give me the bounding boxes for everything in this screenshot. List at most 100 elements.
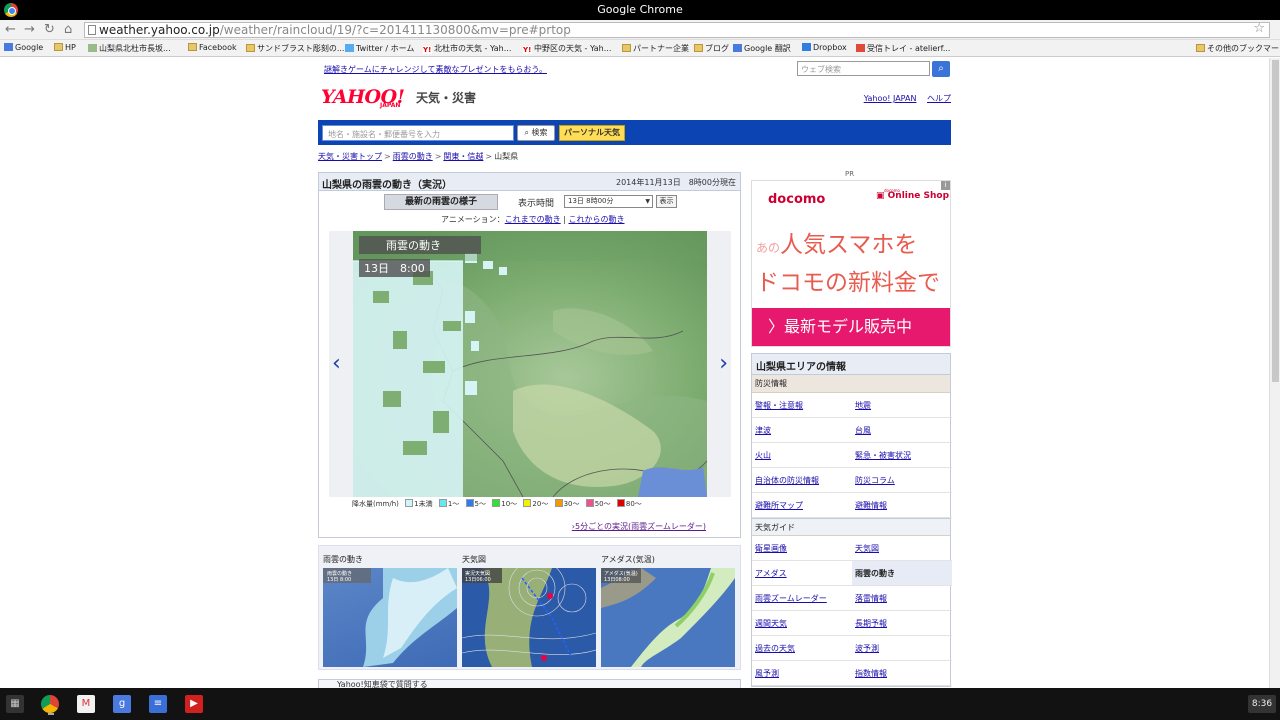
related-thumbnails: 雨雲の動き 雨雲の動き 13日 8:00 天気図 実況天気図 13日06:00 アメ… — [318, 545, 741, 670]
bookmark-partner[interactable]: パートナー企業 — [622, 43, 689, 54]
web-search-button[interactable]: ⌕ — [932, 61, 950, 77]
link-disaster-column[interactable]: 防災コラム — [852, 468, 952, 493]
scrollbar-thumb[interactable] — [1272, 60, 1279, 382]
web-search-input[interactable]: ウェブ検索 — [797, 61, 930, 76]
link-warnings[interactable]: 警報・注意報 — [752, 393, 852, 418]
amedas-thumbnail[interactable]: アメダス(気温) 13日08:00 — [601, 568, 735, 667]
link-index[interactable]: 指数情報 — [852, 661, 952, 686]
link-satellite[interactable]: 衛星画像 — [752, 536, 852, 561]
chevron-right-icon[interactable]: › — [719, 351, 728, 376]
page-content: 謎解きゲームにチャレンジして素敵なプレゼントをもらおう。 ウェブ検索 ⌕ YAH… — [318, 58, 952, 689]
yahoo-icon: Y! — [523, 46, 532, 54]
personal-weather-button[interactable]: パーソナル天気 — [559, 125, 625, 141]
bookmark-translate[interactable]: Google 翻訳 — [733, 43, 791, 54]
scrollbar[interactable] — [1269, 58, 1280, 688]
bookmark-hokuto[interactable]: 山梨県北杜市長坂... — [88, 43, 171, 54]
svg-text:13日06:00: 13日06:00 — [465, 577, 491, 583]
link-emergency[interactable]: 緊急・被害状況 — [852, 443, 952, 468]
svg-text:雨雲の動き: 雨雲の動き — [327, 570, 352, 577]
chrome-icon[interactable] — [41, 695, 59, 713]
bookmark-twitter[interactable]: Twitter / ホーム — [345, 43, 414, 54]
docomo-logo: docomo — [768, 192, 826, 207]
thumb-raincloud[interactable]: 雨雲の動き 雨雲の動き 13日 8:00 — [323, 554, 457, 667]
show-button[interactable]: 表示 — [656, 195, 677, 208]
yahoo-japan-link[interactable]: Yahoo! JAPAN — [864, 94, 917, 103]
bookmark-gmail[interactable]: 受信トレイ - atelierf... — [856, 43, 950, 54]
help-link[interactable]: ヘルプ — [927, 94, 951, 103]
google-search-icon[interactable]: g — [113, 695, 131, 713]
link-shelter-map[interactable]: 避難所マップ — [752, 493, 852, 518]
bookmark-other[interactable]: その他のブックマーク — [1196, 43, 1280, 54]
youtube-icon[interactable]: ▶ — [185, 695, 203, 713]
animation-links: アニメーション：これまでの動き | これからの動き — [441, 215, 625, 224]
bookmark-nakano-weather[interactable]: Y! 中野区の天気 - Yah... — [523, 43, 611, 54]
link-raincloud-current: 雨雲の動き — [852, 561, 952, 586]
link-earthquake[interactable]: 地震 — [852, 393, 952, 418]
bookmark-sandblast[interactable]: サンドブラスト彫刻の... — [246, 43, 344, 54]
thumb-amedas[interactable]: アメダス(気温) アメダス(気温) 13日08:00 — [601, 554, 735, 667]
anim-future-link[interactable]: これからの動き — [568, 215, 624, 224]
link-wave[interactable]: 波予測 — [852, 636, 952, 661]
ad-banner[interactable]: 〉最新モデル販売中 — [752, 308, 950, 346]
gmail-icon[interactable]: M — [77, 695, 95, 713]
back-icon[interactable]: ← — [5, 22, 16, 38]
tab-latest[interactable]: 最新の雨雲の様子 — [384, 194, 498, 210]
info-icon[interactable]: i — [941, 181, 950, 190]
search-bar: 地名・施設名・郵便番号を入力 ⌕ 検索 パーソナル天気 — [318, 120, 951, 145]
map-title: 雨雲の動き — [386, 238, 441, 252]
svg-text:実況天気図: 実況天気図 — [465, 570, 490, 577]
gmail-icon — [856, 44, 865, 52]
translate-icon — [733, 44, 742, 52]
breadcrumb-kanto[interactable]: 関東・信越 — [443, 152, 483, 161]
bookmark-blog[interactable]: ブログ — [694, 43, 729, 54]
home-icon[interactable]: ⌂ — [64, 22, 72, 38]
bookmark-facebook[interactable]: Facebook — [188, 43, 237, 52]
address-bar[interactable]: weather.yahoo.co.jp/weather/raincloud/19… — [84, 22, 1270, 38]
link-weekly[interactable]: 週間天気 — [752, 611, 852, 636]
link-amedas[interactable]: アメダス — [752, 561, 852, 586]
chevron-left-icon[interactable]: ‹ — [332, 351, 341, 376]
link-local-disaster[interactable]: 自治体の防災情報 — [752, 468, 852, 493]
thumb-weathermap[interactable]: 天気図 実況天気図 13日06:00 — [462, 554, 596, 667]
ad-headline-2: ドコモの新料金で — [756, 270, 940, 296]
app-launcher-icon[interactable]: ▦ — [6, 695, 24, 713]
legend-item: 20～ — [532, 500, 549, 508]
forward-icon[interactable]: → — [24, 22, 35, 38]
bookmark-hp[interactable]: HP — [54, 43, 76, 52]
link-volcano[interactable]: 火山 — [752, 443, 852, 468]
search-button[interactable]: ⌕ 検索 — [517, 125, 555, 141]
link-evacuation[interactable]: 避難情報 — [852, 493, 952, 518]
link-typhoon[interactable]: 台風 — [852, 418, 952, 443]
time-select[interactable]: 13日 8時00分 — [564, 195, 653, 208]
link-wind[interactable]: 風予測 — [752, 661, 852, 686]
link-long-range[interactable]: 長期予報 — [852, 611, 952, 636]
star-icon[interactable]: ☆ — [1253, 22, 1265, 36]
link-lightning[interactable]: 落雷情報 — [852, 586, 952, 611]
search-icon: ⌕ — [938, 63, 944, 74]
link-weathermap[interactable]: 天気図 — [852, 536, 952, 561]
yahoo-icon: Y! — [423, 46, 432, 54]
bookmark-hokuto-weather[interactable]: Y! 北杜市の天気 - Yah... — [423, 43, 511, 54]
system-clock[interactable]: 8:36 — [1248, 695, 1276, 713]
raincloud-thumbnail[interactable]: 雨雲の動き 13日 8:00 — [323, 568, 457, 667]
reload-icon[interactable]: ↻ — [44, 22, 55, 38]
link-past-weather[interactable]: 過去の天気 — [752, 636, 852, 661]
svg-text:13日 8:00: 13日 8:00 — [327, 577, 351, 583]
place-search-input[interactable]: 地名・施設名・郵便番号を入力 — [322, 125, 514, 141]
bookmark-dropbox[interactable]: Dropbox — [802, 43, 847, 52]
weathermap-thumbnail[interactable]: 実況天気図 13日06:00 — [462, 568, 596, 667]
legend-swatch — [465, 499, 474, 507]
bookmark-google[interactable]: Google — [4, 43, 43, 52]
promo-link[interactable]: 謎解きゲームにチャレンジして素敵なプレゼントをもらおう。 — [324, 64, 547, 75]
folder-icon — [1196, 44, 1205, 52]
docomo-ad[interactable]: docomo docomo ▣ Online Shop i あの人気スマホを ド… — [751, 180, 951, 347]
link-tsunami[interactable]: 津波 — [752, 418, 852, 443]
breadcrumb-weather-top[interactable]: 天気・災害トップ — [318, 152, 382, 161]
link-zoom-radar[interactable]: 雨雲ズームレーダー — [752, 586, 852, 611]
radar-map[interactable]: 雨雲の動き 13日 8:00 — [353, 231, 707, 497]
anim-past-link[interactable]: これまでの動き — [505, 215, 561, 224]
breadcrumb-raincloud[interactable]: 雨雲の動き — [393, 152, 433, 161]
zoom-radar-link[interactable]: ›5分ごとの実況(雨雲ズームレーダー) — [572, 521, 706, 532]
docs-icon[interactable]: ≡ — [149, 695, 167, 713]
breadcrumb-current: 山梨県 — [494, 152, 519, 161]
